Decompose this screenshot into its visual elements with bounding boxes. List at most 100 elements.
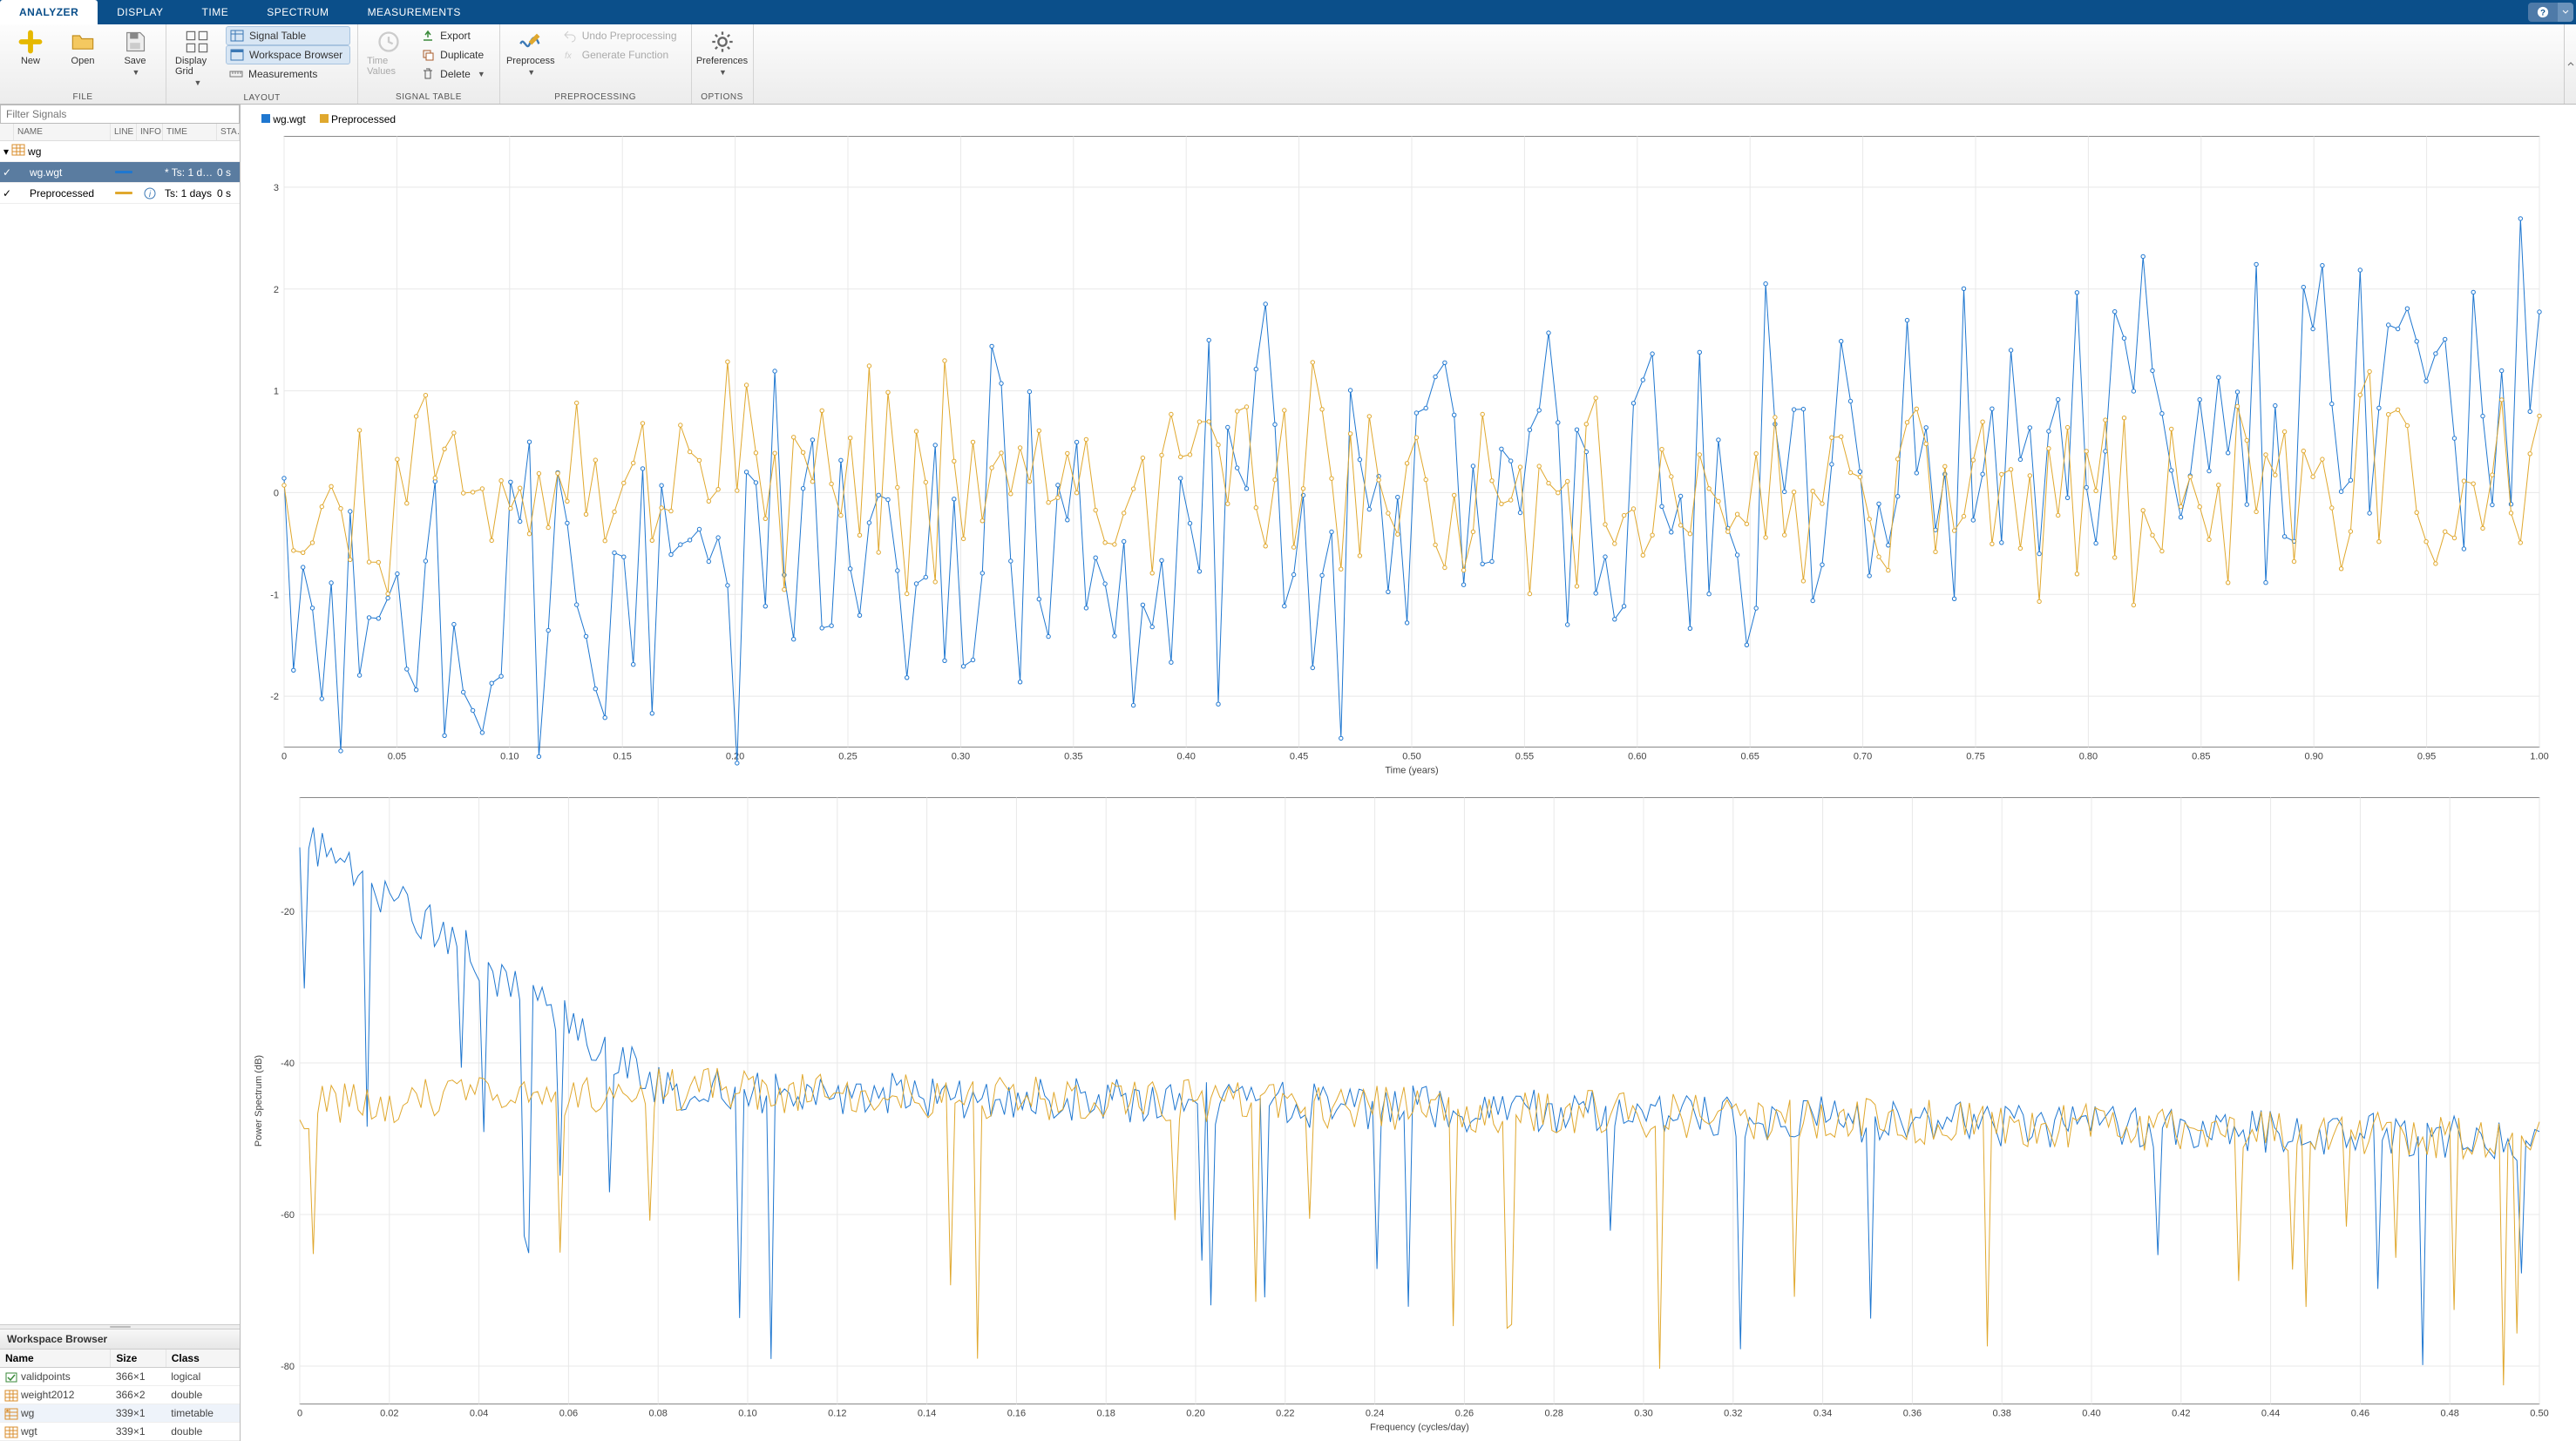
svg-text:-60: -60 xyxy=(281,1210,295,1221)
group-preprocessing: Preprocess ▼ Undo Preprocessing fx Gener… xyxy=(500,24,692,104)
workspace-row[interactable]: wgt339×1double xyxy=(0,1423,240,1441)
ws-col-size[interactable]: Size xyxy=(111,1350,166,1368)
svg-text:0.26: 0.26 xyxy=(1455,1409,1474,1419)
svg-text:0: 0 xyxy=(297,1409,302,1419)
open-button[interactable]: Open xyxy=(59,26,106,70)
svg-text:0.40: 0.40 xyxy=(1176,752,1195,762)
group-file: New Open Save ▼ FILE xyxy=(0,24,166,104)
svg-text:0.28: 0.28 xyxy=(1544,1409,1563,1419)
info-icon[interactable]: i xyxy=(137,187,163,200)
variable-icon xyxy=(5,1372,17,1383)
workspace-browser-panel: Workspace Browser Name Size Class validp… xyxy=(0,1329,240,1441)
workspace-row[interactable]: wg339×1timetable xyxy=(0,1404,240,1423)
svg-text:0.24: 0.24 xyxy=(1366,1409,1384,1419)
svg-text:0.46: 0.46 xyxy=(2351,1409,2369,1419)
svg-text:0.05: 0.05 xyxy=(388,752,406,762)
display-grid-button[interactable]: Display Grid ▼ xyxy=(173,26,220,91)
chevron-down-icon: ▾ xyxy=(3,145,9,158)
checkbox[interactable]: ✓ xyxy=(0,166,14,179)
signal-group-row[interactable]: ▾ wg xyxy=(0,141,240,162)
preferences-label: Preferences xyxy=(696,56,748,66)
col-info[interactable]: INFO xyxy=(137,124,163,140)
signal-row[interactable]: ✓PreprocessediTs: 1 days0 s xyxy=(0,183,240,204)
svg-text:0.55: 0.55 xyxy=(1515,752,1534,762)
svg-text:0.10: 0.10 xyxy=(500,752,519,762)
signal-name: Preprocessed xyxy=(14,187,111,200)
signal-table-toggle[interactable]: Signal Table xyxy=(226,26,350,45)
duplicate-button[interactable]: Duplicate xyxy=(417,45,492,64)
delete-button[interactable]: Delete ▼ xyxy=(417,64,492,84)
measurements-toggle[interactable]: Measurements xyxy=(226,64,350,84)
help-dropdown[interactable] xyxy=(2558,3,2573,22)
svg-text:0.04: 0.04 xyxy=(470,1409,488,1419)
preprocess-button[interactable]: Preprocess ▼ xyxy=(507,26,554,80)
svg-text:0.50: 0.50 xyxy=(1402,752,1420,762)
signal-color-chip xyxy=(111,171,137,173)
legend-item: wg.wgt xyxy=(261,113,306,125)
svg-text:0.34: 0.34 xyxy=(1813,1409,1832,1419)
workspace-row[interactable]: validpoints366×1logical xyxy=(0,1368,240,1386)
filter-input[interactable] xyxy=(0,105,240,124)
svg-text:-20: -20 xyxy=(281,907,295,917)
display-grid-label: Display Grid xyxy=(175,56,219,77)
svg-text:0.08: 0.08 xyxy=(648,1409,667,1419)
ws-col-class[interactable]: Class xyxy=(166,1350,239,1368)
delete-label: Delete xyxy=(440,68,471,80)
col-name[interactable]: NAME xyxy=(14,124,111,140)
svg-text:0.15: 0.15 xyxy=(613,752,631,762)
undo-label: Undo Preprocessing xyxy=(582,30,677,42)
group-layout-title: LAYOUT xyxy=(173,91,350,105)
svg-text:0.75: 0.75 xyxy=(1966,752,1984,762)
svg-text:0.22: 0.22 xyxy=(1276,1409,1294,1419)
col-line[interactable]: LINE xyxy=(111,124,137,140)
save-label: Save xyxy=(124,56,146,66)
new-button[interactable]: New xyxy=(7,26,54,70)
col-start[interactable]: STA… xyxy=(217,124,240,140)
time-values-label: Time Values xyxy=(367,56,410,77)
workspace-row[interactable]: weight2012366×2double xyxy=(0,1386,240,1404)
copy-icon xyxy=(421,48,435,62)
group-signal-table: Time Values Export Duplicate Delete ▼ SI… xyxy=(358,24,500,104)
time-series-chart[interactable]: 00.050.100.150.200.250.300.350.400.450.5… xyxy=(249,127,2550,779)
svg-text:-40: -40 xyxy=(281,1059,295,1069)
svg-text:0.80: 0.80 xyxy=(2079,752,2098,762)
svg-text:0.48: 0.48 xyxy=(2440,1409,2458,1419)
svg-text:0.14: 0.14 xyxy=(918,1409,936,1419)
svg-text:0.30: 0.30 xyxy=(952,752,970,762)
ribbon: New Open Save ▼ FILE xyxy=(0,24,2576,105)
tab-spectrum[interactable]: SPECTRUM xyxy=(247,0,348,24)
svg-text:0.30: 0.30 xyxy=(1634,1409,1652,1419)
export-icon xyxy=(421,29,435,43)
export-button[interactable]: Export xyxy=(417,26,492,45)
svg-text:0.38: 0.38 xyxy=(1992,1409,2010,1419)
timetable-icon xyxy=(12,145,24,158)
signal-row[interactable]: ✓wg.wgt* Ts: 1 d…0 s xyxy=(0,162,240,183)
save-button[interactable]: Save ▼ xyxy=(112,26,159,80)
power-spectrum-chart[interactable]: 00.020.040.060.080.100.120.140.160.180.2… xyxy=(249,788,2550,1436)
col-time[interactable]: TIME xyxy=(163,124,217,140)
tab-time[interactable]: TIME xyxy=(183,0,248,24)
chevron-down-icon: ▼ xyxy=(132,68,140,77)
svg-text:0.20: 0.20 xyxy=(726,752,744,762)
filter-signals[interactable] xyxy=(0,105,240,124)
checkbox[interactable]: ✓ xyxy=(0,187,14,200)
help-button[interactable]: ? xyxy=(2528,3,2558,22)
preferences-button[interactable]: Preferences ▼ xyxy=(699,26,746,80)
ribbon-collapse[interactable] xyxy=(2564,24,2576,104)
workspace-browser-toggle[interactable]: Workspace Browser xyxy=(226,45,350,64)
plus-icon xyxy=(18,30,43,54)
svg-text:0.50: 0.50 xyxy=(2530,1409,2548,1419)
measurements-label: Measurements xyxy=(248,68,317,80)
svg-text:0.20: 0.20 xyxy=(1186,1409,1204,1419)
svg-text:fx: fx xyxy=(565,51,573,61)
svg-text:Power Spectrum (dB): Power Spectrum (dB) xyxy=(254,1055,264,1147)
group-layout: Display Grid ▼ Signal Table Workspace Br… xyxy=(166,24,358,104)
tab-measurements[interactable]: MEASUREMENTS xyxy=(349,0,480,24)
tab-analyzer[interactable]: ANALYZER xyxy=(0,0,98,24)
group-signal-table-title: SIGNAL TABLE xyxy=(365,90,492,104)
tab-display[interactable]: DISPLAY xyxy=(98,0,182,24)
svg-text:0.65: 0.65 xyxy=(1740,752,1759,762)
signal-table-body: ▾ wg ✓wg.wgt* Ts: 1 d…0 s✓PreprocessediT… xyxy=(0,141,240,204)
ws-col-name[interactable]: Name xyxy=(0,1350,111,1368)
undo-preprocessing-button: Undo Preprocessing xyxy=(559,26,684,45)
